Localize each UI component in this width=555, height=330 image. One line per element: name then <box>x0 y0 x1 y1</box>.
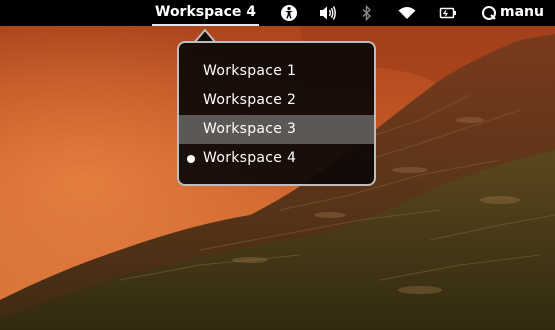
desktop: Workspace 4 manu Workspace 1 Workspace 2… <box>0 0 555 330</box>
volume-icon[interactable] <box>318 3 338 23</box>
user-name[interactable]: manu <box>500 0 544 26</box>
wifi-icon[interactable] <box>397 3 417 23</box>
menu-item-label: Workspace 2 <box>203 92 297 108</box>
bluetooth-icon[interactable] <box>357 3 377 23</box>
workspace-indicator-button[interactable]: Workspace 4 <box>152 0 259 26</box>
workspace-menu: Workspace 1 Workspace 2 Workspace 3 Work… <box>177 41 376 186</box>
active-underline <box>152 24 259 26</box>
menu-item-workspace-1[interactable]: Workspace 1 <box>179 57 374 86</box>
menu-item-workspace-4[interactable]: Workspace 4 <box>179 144 374 173</box>
user-status-icon[interactable] <box>479 3 499 23</box>
menu-item-label: Workspace 1 <box>203 63 297 79</box>
accessibility-icon[interactable] <box>279 3 299 23</box>
menu-item-label: Workspace 4 <box>203 150 297 166</box>
active-dot-icon <box>187 155 195 163</box>
menu-item-workspace-3[interactable]: Workspace 3 <box>179 115 374 144</box>
battery-icon[interactable] <box>438 3 458 23</box>
workspace-indicator-label: Workspace 4 <box>155 4 256 20</box>
menu-item-label: Workspace 3 <box>203 121 297 137</box>
menu-item-workspace-2[interactable]: Workspace 2 <box>179 86 374 115</box>
top-panel: Workspace 4 manu <box>0 0 555 26</box>
